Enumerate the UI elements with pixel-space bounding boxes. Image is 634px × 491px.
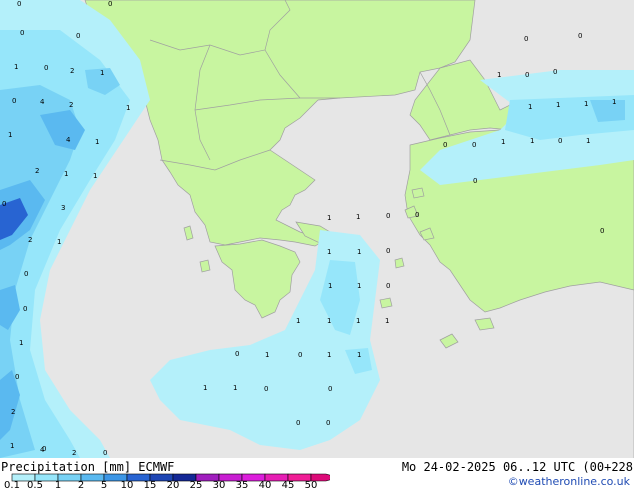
point-value: 0 <box>386 247 390 255</box>
point-value: 1 <box>586 137 590 145</box>
point-value: 0 <box>326 419 330 427</box>
point-value: 1 <box>584 100 588 108</box>
point-value: 2 <box>69 101 73 109</box>
point-value: 2 <box>11 408 15 416</box>
point-value: 4 <box>66 136 71 144</box>
point-value: 1 <box>356 213 360 221</box>
point-value: 1 <box>14 63 18 71</box>
point-value: 0 <box>600 227 604 235</box>
point-value: 1 <box>100 69 104 77</box>
point-value: 1 <box>501 138 505 146</box>
point-value: 1 <box>556 101 560 109</box>
point-value: 1 <box>93 172 97 180</box>
point-value: 0 <box>524 35 528 43</box>
point-value: 4 <box>40 446 45 454</box>
point-value: 1 <box>385 317 389 325</box>
point-value: 1 <box>64 170 68 178</box>
point-value: 1 <box>356 317 360 325</box>
point-value: 0 <box>296 419 300 427</box>
point-value: 0 <box>20 29 24 37</box>
point-value: 2 <box>35 167 39 175</box>
point-value: 2 <box>72 449 76 457</box>
point-value: 0 <box>44 64 48 72</box>
map-canvas: 0 0 0 0 1 0 2 1 0 4 2 1 1 4 1 2 1 1 0 3 … <box>0 0 634 458</box>
point-value: 1 <box>203 384 207 392</box>
point-value: 0 <box>12 97 16 105</box>
point-value: 0 <box>76 32 80 40</box>
point-value: 1 <box>8 131 12 139</box>
point-value: 1 <box>265 351 269 359</box>
point-value: 0 <box>578 32 582 40</box>
point-value: 0 <box>553 68 557 76</box>
point-value: 0 <box>328 385 332 393</box>
point-value: 0 <box>473 177 477 185</box>
point-value: 4 <box>40 98 45 106</box>
precipitation-legend <box>11 473 330 482</box>
point-value: 1 <box>19 339 23 347</box>
point-value: 0 <box>15 373 19 381</box>
point-value: 0 <box>108 0 112 8</box>
point-value: 0 <box>2 200 6 208</box>
point-value: 0 <box>23 305 27 313</box>
point-value: 0 <box>558 137 562 145</box>
point-value: 0 <box>235 350 239 358</box>
point-value: 1 <box>497 71 501 79</box>
point-value: 1 <box>328 282 332 290</box>
point-value: 1 <box>57 238 61 246</box>
point-value: 1 <box>530 137 534 145</box>
point-value: 1 <box>10 442 14 450</box>
point-value: 0 <box>525 71 529 79</box>
point-value: 2 <box>28 236 32 244</box>
point-value: 1 <box>327 317 331 325</box>
point-value: 1 <box>327 351 331 359</box>
credit-link[interactable]: ©weatheronline.co.uk <box>508 476 630 488</box>
point-value: 0 <box>472 141 476 149</box>
point-value: 1 <box>528 103 532 111</box>
point-value: 1 <box>612 98 616 106</box>
point-value: 1 <box>357 282 361 290</box>
point-value: 1 <box>296 317 300 325</box>
precipitation-map: 0 0 0 0 1 0 2 1 0 4 2 1 1 4 1 2 1 1 0 3 … <box>0 0 634 458</box>
point-value: 0 <box>443 141 447 149</box>
point-value: 1 <box>126 104 130 112</box>
point-value: 0 <box>386 212 390 220</box>
point-value: 0 <box>386 282 390 290</box>
point-value: 1 <box>95 138 99 146</box>
point-value: 1 <box>327 214 331 222</box>
point-value: 1 <box>327 248 331 256</box>
point-value: 0 <box>103 449 107 457</box>
point-value: 2 <box>70 67 74 75</box>
point-value: 0 <box>24 270 28 278</box>
point-value: 0 <box>298 351 302 359</box>
point-value: 1 <box>357 351 361 359</box>
point-value: 0 <box>17 0 21 8</box>
point-value: 1 <box>357 248 361 256</box>
point-value: 0 <box>415 211 419 219</box>
cephalonia <box>199 259 211 273</box>
point-value: 1 <box>233 384 237 392</box>
point-value: 0 <box>264 385 268 393</box>
forecast-datetime: Mo 24-02-2025 06..12 UTC (00+228 <box>401 460 633 474</box>
point-value: 3 <box>61 204 65 212</box>
